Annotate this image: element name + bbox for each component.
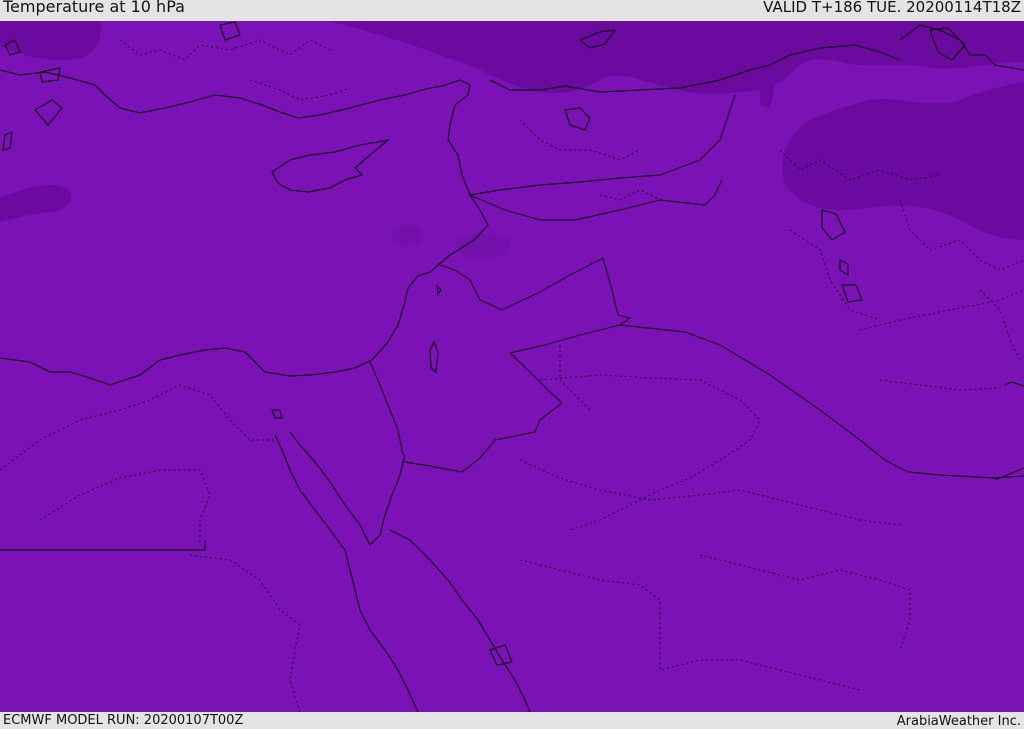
header-bar: Temperature at 10 hPa VALID T+186 TUE. 2… <box>0 0 1024 21</box>
valid-time: VALID T+186 TUE. 20200114T18Z <box>763 0 1021 16</box>
map-svg <box>0 21 1024 712</box>
map-area <box>0 21 1024 712</box>
weather-map-frame: Temperature at 10 hPa VALID T+186 TUE. 2… <box>0 0 1024 729</box>
footer-bar: ECMWF MODEL RUN: 20200107T00Z ArabiaWeat… <box>0 712 1024 729</box>
model-run-label: ECMWF MODEL RUN: 20200107T00Z <box>3 713 244 728</box>
credit-label: ArabiaWeather Inc. <box>896 714 1021 729</box>
map-title: Temperature at 10 hPa <box>3 0 185 16</box>
